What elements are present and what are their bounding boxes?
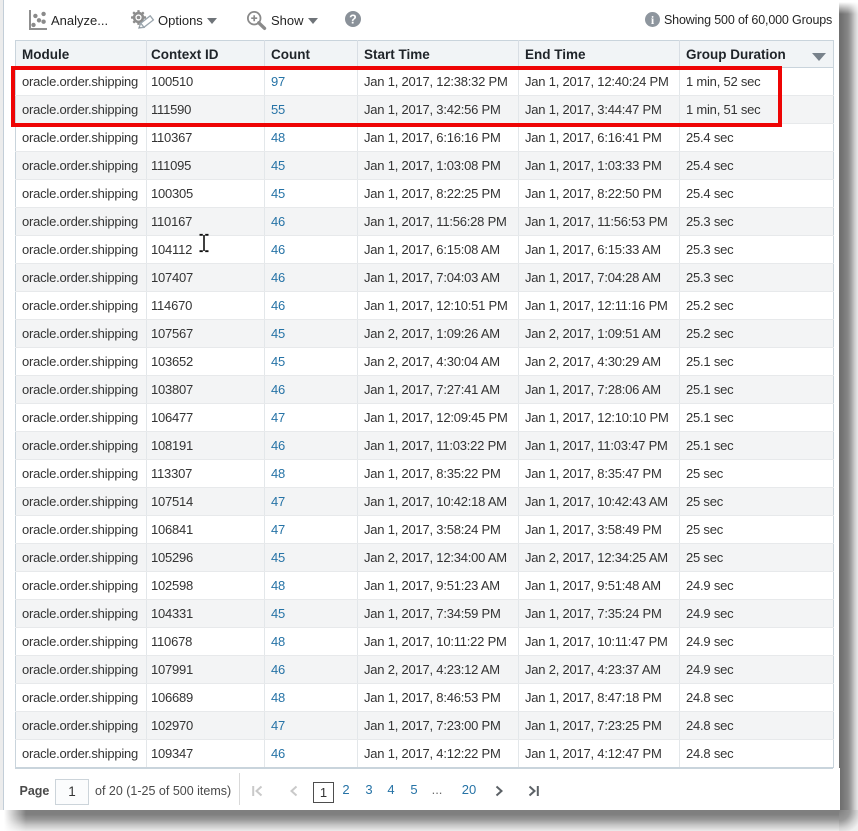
svg-text:?: ?: [349, 13, 357, 27]
